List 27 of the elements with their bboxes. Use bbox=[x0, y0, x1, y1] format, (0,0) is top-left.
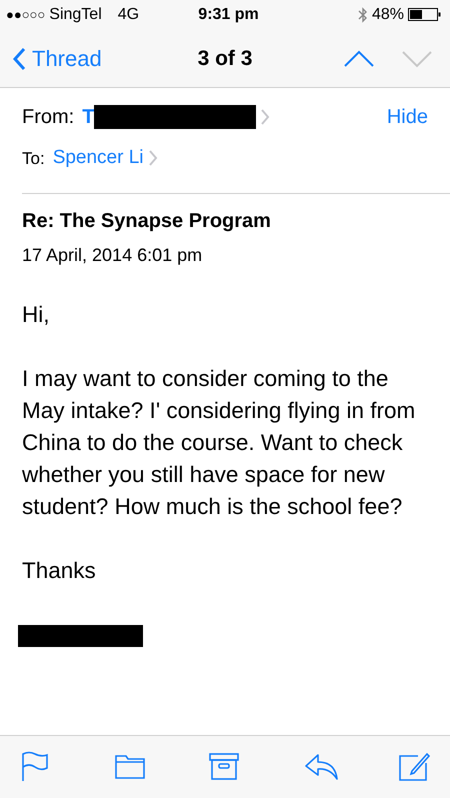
to-label: To: bbox=[22, 148, 45, 170]
chevron-right-icon bbox=[260, 108, 270, 126]
email-subject: Re: The Synapse Program bbox=[22, 208, 272, 234]
compose-button[interactable] bbox=[398, 751, 432, 783]
carrier-name: SingTel bbox=[49, 5, 102, 25]
reply-icon bbox=[304, 751, 338, 783]
network-type: 4G bbox=[118, 5, 140, 25]
sender-name[interactable]: T bbox=[82, 102, 94, 132]
body-paragraph: I may want to consider coming to the May intake? I' considering flying in from China to do the course. Want to check whether you still have space for new student? How much is the school fee? bbox=[22, 364, 416, 520]
body-paragraph: Hi, bbox=[22, 300, 50, 328]
thread-position: 3 of 3 bbox=[198, 46, 252, 72]
status-time: 9:31 pm bbox=[198, 5, 260, 25]
battery-percent: 48% bbox=[372, 5, 404, 25]
recipient-name[interactable]: Spencer Li bbox=[52, 144, 144, 172]
signal-text: ●●○○○ bbox=[6, 6, 46, 24]
hide-button[interactable]: Hide bbox=[386, 102, 428, 132]
email-date: 17 April, 2014 6:01 pm bbox=[22, 244, 204, 267]
battery-icon bbox=[408, 8, 442, 22]
from-label: From: bbox=[22, 105, 74, 130]
compose-icon bbox=[398, 751, 432, 783]
reply-button[interactable] bbox=[304, 751, 338, 783]
body-paragraph: Thanks bbox=[22, 556, 97, 584]
chevron-left-icon bbox=[12, 46, 26, 70]
chevron-right-icon bbox=[148, 149, 158, 168]
bluetooth-icon bbox=[358, 6, 368, 24]
back-button[interactable]: Thread bbox=[12, 42, 102, 75]
previous-button[interactable] bbox=[344, 50, 374, 68]
